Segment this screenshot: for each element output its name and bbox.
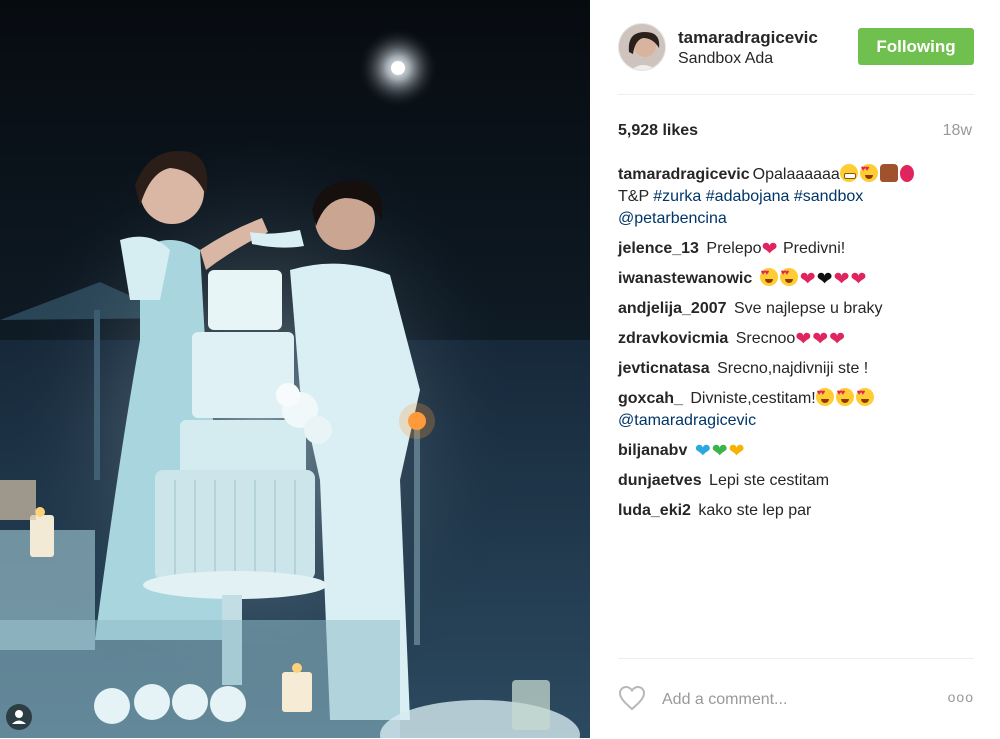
comment-text: Predivni!	[782, 240, 846, 257]
yellow-heart-emoji-icon: ❤	[728, 441, 745, 462]
heart-eyes-emoji-icon	[815, 388, 834, 406]
red-heart-emoji-icon: ❤	[799, 269, 816, 290]
green-heart-emoji-icon: ❤	[711, 441, 728, 462]
following-button[interactable]: Following	[858, 28, 974, 65]
blue-heart-emoji-icon: ❤	[694, 441, 711, 462]
red-heart-emoji-icon: ❤	[850, 269, 867, 290]
heart-eyes-emoji-icon	[855, 388, 874, 406]
add-comment-input[interactable]	[660, 687, 924, 713]
post-photo[interactable]	[0, 0, 590, 738]
heart-eyes-emoji-icon	[835, 388, 854, 406]
red-heart-emoji-icon: ❤	[812, 329, 829, 350]
comment-item: goxcah_ Divniste,cestitam! @tamaradragic…	[618, 388, 974, 432]
wedding-cake-photo	[0, 0, 590, 738]
post-location[interactable]: Sandbox Ada	[678, 50, 773, 68]
user-tag-icon[interactable]	[6, 704, 32, 730]
comment-bar: ooo	[618, 658, 974, 739]
avatar[interactable]	[618, 23, 666, 71]
red-heart-emoji-icon: ❤	[795, 329, 812, 350]
caption-text: Opalaaaaaa	[752, 166, 840, 183]
post-author-username[interactable]: tamaradragicevic	[678, 28, 818, 48]
comment-username[interactable]: andjelija_2007	[618, 300, 727, 317]
comment-text: Prelepo	[706, 240, 762, 257]
comment-username[interactable]: luda_eki2	[618, 502, 691, 519]
post-age[interactable]: 18w	[943, 122, 972, 140]
comment-username[interactable]: zdravkovicmia	[618, 330, 728, 347]
cake-emoji-icon	[879, 164, 898, 182]
heart-eyes-emoji-icon	[779, 268, 798, 286]
caption: tamaradragicevicOpalaaaaaa T&P #zurka #a…	[618, 164, 974, 230]
hashtag-link[interactable]: #adabojana	[706, 188, 790, 205]
comment-item: andjelija_2007 Sve najlepse u braky	[618, 298, 974, 320]
post-header: tamaradragicevic Sandbox Ada Following	[618, 20, 974, 95]
comment-username[interactable]: biljanabv	[618, 442, 687, 459]
heart-eyes-emoji-icon	[859, 164, 878, 182]
heart-eyes-emoji-icon	[759, 268, 778, 286]
red-heart-emoji-icon: ❤	[761, 239, 778, 260]
comment-username[interactable]: jelence_13	[618, 240, 699, 257]
comments-list: tamaradragicevicOpalaaaaaa T&P #zurka #a…	[618, 164, 974, 530]
comment-item: dunjaetves Lepi ste cestitam	[618, 470, 974, 492]
post-sidebar: tamaradragicevic Sandbox Ada Following 5…	[590, 0, 1000, 738]
caption-text-line2: T&P	[618, 188, 649, 205]
comment-username[interactable]: jevticnatasa	[618, 360, 710, 377]
hashtag-link[interactable]: #sandbox	[794, 188, 863, 205]
comment-item: biljanabv ❤❤❤	[618, 440, 974, 462]
comment-text: Lepi ste cestitam	[709, 472, 830, 489]
grinning-emoji-icon	[839, 164, 858, 182]
comment-username[interactable]: goxcah_	[618, 390, 683, 407]
comment-text: Divniste,cestitam!	[690, 390, 816, 407]
comment-text: Sve najlepse u braky	[733, 300, 883, 317]
comment-item: jelence_13 Prelepo❤ Predivni!	[618, 238, 974, 260]
comment-item: luda_eki2 kako ste lep par	[618, 500, 974, 522]
comment-username[interactable]: tamaradragicevic	[618, 166, 750, 183]
comment-text: kako ste lep par	[698, 502, 812, 519]
more-options-icon[interactable]: ooo	[944, 689, 974, 705]
black-heart-emoji-icon: ❤	[816, 269, 833, 290]
balloon-emoji-icon	[899, 165, 914, 182]
mention-link[interactable]: @tamaradragicevic	[618, 412, 756, 429]
heart-outline-icon[interactable]	[618, 685, 646, 711]
likes-count[interactable]: 5,928 likes	[618, 122, 698, 140]
comment-item: iwanastewanowic ❤❤❤❤	[618, 268, 974, 290]
instagram-post-view: tamaradragicevic Sandbox Ada Following 5…	[0, 0, 1000, 738]
comment-item: jevticnatasa Srecno,najdivniji ste !	[618, 358, 974, 380]
comment-username[interactable]: iwanastewanowic	[618, 270, 752, 287]
comment-item: zdravkovicmia Srecnoo❤❤❤	[618, 328, 974, 350]
hashtag-link[interactable]: #zurka	[653, 188, 701, 205]
comment-text: Srecnoo	[735, 330, 796, 347]
comment-username[interactable]: dunjaetves	[618, 472, 702, 489]
mention-link[interactable]: @petarbencina	[618, 210, 727, 227]
red-heart-emoji-icon: ❤	[829, 329, 846, 350]
red-heart-emoji-icon: ❤	[833, 269, 850, 290]
comment-text: Srecno,najdivniji ste !	[717, 360, 869, 377]
